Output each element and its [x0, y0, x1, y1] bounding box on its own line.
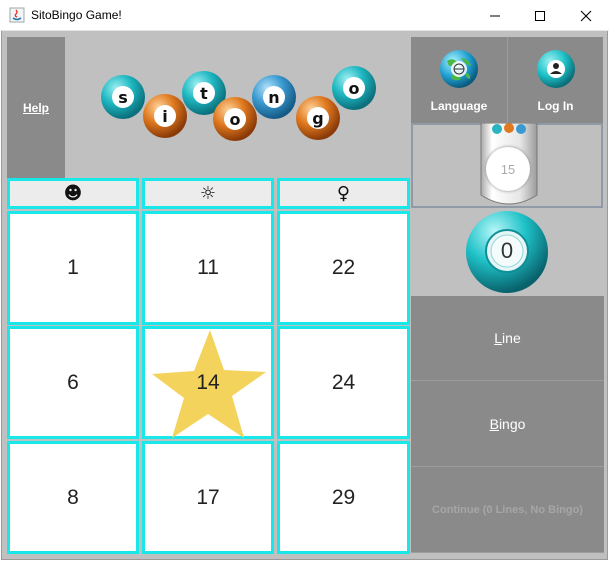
column-header-smiley: ☻: [7, 178, 139, 209]
line-label: Line: [494, 330, 521, 346]
logo-ball: o: [332, 66, 376, 110]
current-ball: 0: [463, 208, 551, 296]
card-cell-marked[interactable]: 14: [142, 326, 274, 439]
help-button[interactable]: Help: [7, 37, 65, 178]
continue-label: Continue (0 Lines, No Bingo): [432, 503, 583, 516]
card-cell[interactable]: 24: [277, 326, 410, 439]
column-header-female: ♀: [277, 178, 410, 209]
line-button[interactable]: Line: [411, 296, 604, 381]
sun-icon: ☼: [199, 183, 217, 204]
maximize-button[interactable]: [517, 0, 563, 31]
svg-text:n: n: [268, 88, 279, 107]
logo-ball: g: [296, 96, 340, 140]
card-cell[interactable]: 6: [7, 326, 139, 439]
maximize-icon: [535, 10, 545, 21]
card-cell[interactable]: 17: [142, 441, 274, 554]
login-button[interactable]: Log In: [507, 37, 603, 123]
last-ball: 15: [486, 147, 530, 191]
card-cell[interactable]: 8: [7, 441, 139, 554]
login-label: Log In: [537, 99, 574, 113]
current-ball-number: 0: [500, 238, 514, 263]
smiley-icon: ☻: [63, 183, 83, 204]
card-cell[interactable]: 29: [277, 441, 410, 554]
svg-text:o: o: [230, 110, 241, 129]
logo-ball: n: [252, 75, 296, 119]
language-label: Language: [430, 99, 488, 113]
svg-text:t: t: [200, 84, 208, 103]
minimize-icon: [490, 15, 500, 16]
user-icon: [537, 50, 575, 88]
language-button[interactable]: Language: [411, 37, 507, 123]
close-button[interactable]: [563, 0, 609, 31]
bingo-label: Bingo: [489, 415, 526, 432]
svg-text:s: s: [118, 88, 128, 107]
sitobingo-logo: s i t o n g o: [101, 66, 376, 141]
card-cell[interactable]: 11: [142, 211, 274, 325]
svg-text:g: g: [312, 109, 323, 128]
bingo-button[interactable]: Bingo: [411, 381, 604, 467]
logo-ball: o: [213, 97, 257, 141]
card-cell[interactable]: 22: [277, 211, 410, 325]
female-icon: ♀: [336, 183, 351, 204]
window-title: SitoBingo Game!: [31, 8, 122, 22]
svg-text:i: i: [162, 107, 167, 126]
svg-text:o: o: [349, 79, 360, 98]
globe-icon: [440, 50, 478, 88]
ball-tube: 15: [411, 123, 603, 208]
java-icon: [9, 7, 25, 23]
help-label: Help: [22, 100, 49, 115]
logo-ball: s: [101, 75, 145, 119]
card-cell[interactable]: 1: [7, 211, 139, 325]
continue-button[interactable]: Continue (0 Lines, No Bingo): [411, 467, 604, 553]
logo-ball: i: [143, 94, 187, 138]
close-icon: [580, 10, 592, 21]
minimize-button[interactable]: [472, 0, 518, 31]
column-header-sun: ☼: [142, 178, 274, 209]
